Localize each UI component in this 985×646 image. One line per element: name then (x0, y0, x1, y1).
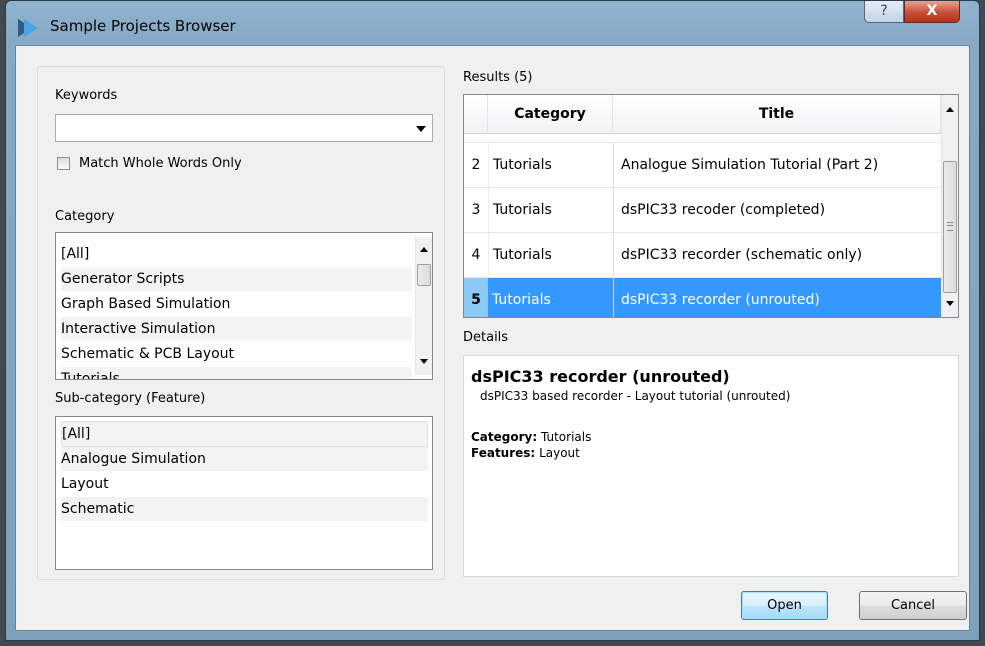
scroll-grip-icon (947, 222, 953, 231)
table-row-selected[interactable]: 5 Tutorials dsPIC33 recorder (unrouted) (464, 278, 941, 317)
category-item-interactive-simulation[interactable]: Interactive Simulation (61, 317, 412, 341)
keywords-combobox[interactable] (55, 114, 433, 142)
sample-projects-browser-window: Sample Projects Browser ? X Keywords Mat… (5, 0, 980, 641)
column-header-title[interactable]: Title (613, 95, 941, 134)
subcategory-item-layout[interactable]: Layout (61, 472, 109, 496)
category-item-generator-scripts[interactable]: Generator Scripts (61, 267, 412, 291)
column-header-category[interactable]: Category (488, 95, 613, 134)
category-item-all[interactable]: [All] (61, 242, 89, 266)
window-title: Sample Projects Browser (50, 17, 236, 35)
details-label: Details (463, 330, 509, 345)
details-category-line: Category: Tutorials (471, 430, 591, 444)
scroll-down-arrow-icon[interactable] (420, 359, 428, 364)
details-description: dsPIC33 based recorder - Layout tutorial… (480, 389, 791, 403)
subcategory-listbox[interactable]: [All] Analogue Simulation Layout Schemat… (55, 416, 433, 570)
match-whole-words-label: Match Whole Words Only (79, 156, 242, 171)
subcategory-label: Sub-category (Feature) (55, 391, 206, 406)
scroll-up-arrow-icon[interactable] (946, 107, 954, 112)
category-item-graph-based-simulation[interactable]: Graph Based Simulation (61, 292, 230, 316)
row-category: Tutorials (488, 143, 613, 187)
results-scrollbar-thumb[interactable] (943, 161, 957, 293)
details-features-line: Features: Layout (471, 446, 580, 460)
dropdown-arrow-icon[interactable] (416, 126, 426, 132)
table-row[interactable]: 2 Tutorials Analogue Simulation Tutorial… (464, 143, 941, 188)
row-number: 4 (471, 247, 481, 263)
details-title: dsPIC33 recorder (unrouted) (471, 367, 730, 386)
open-button[interactable]: Open (741, 591, 828, 620)
subcategory-item-analogue-simulation[interactable]: Analogue Simulation (61, 447, 428, 471)
results-table[interactable]: Category Title 2 Tutorials Analogue Simu… (463, 94, 959, 318)
row-title: Analogue Simulation Tutorial (Part 2) (613, 143, 941, 187)
scroll-up-arrow-icon[interactable] (420, 247, 428, 252)
row-title: dsPIC33 recorder (unrouted) (613, 278, 941, 317)
category-scrollbar[interactable] (415, 237, 432, 375)
results-label: Results (5) (463, 70, 533, 85)
title-bar[interactable]: Sample Projects Browser ? X (6, 1, 979, 45)
row-number: 3 (471, 202, 481, 218)
row-category: Tutorials (488, 188, 613, 232)
table-row[interactable]: 4 Tutorials dsPIC33 recorder (schematic … (464, 233, 941, 278)
dialog-client-area: Keywords Match Whole Words Only Category… (15, 45, 970, 631)
category-label: Category (55, 209, 115, 224)
table-row[interactable] (464, 134, 941, 143)
details-panel: dsPIC33 recorder (unrouted) dsPIC33 base… (463, 355, 959, 577)
category-item-schematic-pcb-layout[interactable]: Schematic & PCB Layout (61, 342, 234, 366)
row-category: Tutorials (488, 233, 613, 277)
keywords-label: Keywords (55, 88, 118, 103)
row-number: 2 (471, 157, 481, 173)
results-scrollbar[interactable] (941, 95, 958, 317)
details-features-value: Layout (539, 446, 580, 460)
category-scrollbar-thumb[interactable] (417, 264, 431, 286)
row-category: Tutorials (488, 278, 613, 317)
match-whole-words-checkbox[interactable] (57, 157, 70, 170)
close-button[interactable]: X (904, 1, 960, 23)
row-title: dsPIC33 recoder (completed) (613, 188, 941, 232)
help-button[interactable]: ? (864, 1, 904, 23)
scroll-down-arrow-icon[interactable] (946, 301, 954, 306)
category-item-tutorials[interactable]: Tutorials (61, 367, 412, 379)
subcategory-item-all[interactable]: [All] (61, 421, 428, 447)
subcategory-item-schematic[interactable]: Schematic (61, 497, 428, 521)
row-number: 5 (464, 278, 488, 317)
row-number-header (464, 95, 488, 134)
row-title: dsPIC33 recorder (schematic only) (613, 233, 941, 277)
category-listbox[interactable]: [All] Generator Scripts Graph Based Simu… (55, 232, 433, 380)
app-icon (18, 19, 38, 37)
table-row[interactable]: 3 Tutorials dsPIC33 recoder (completed) (464, 188, 941, 233)
details-features-key: Features: (471, 446, 536, 460)
details-category-key: Category: (471, 430, 538, 444)
cancel-button[interactable]: Cancel (859, 591, 967, 620)
details-category-value: Tutorials (540, 430, 592, 444)
